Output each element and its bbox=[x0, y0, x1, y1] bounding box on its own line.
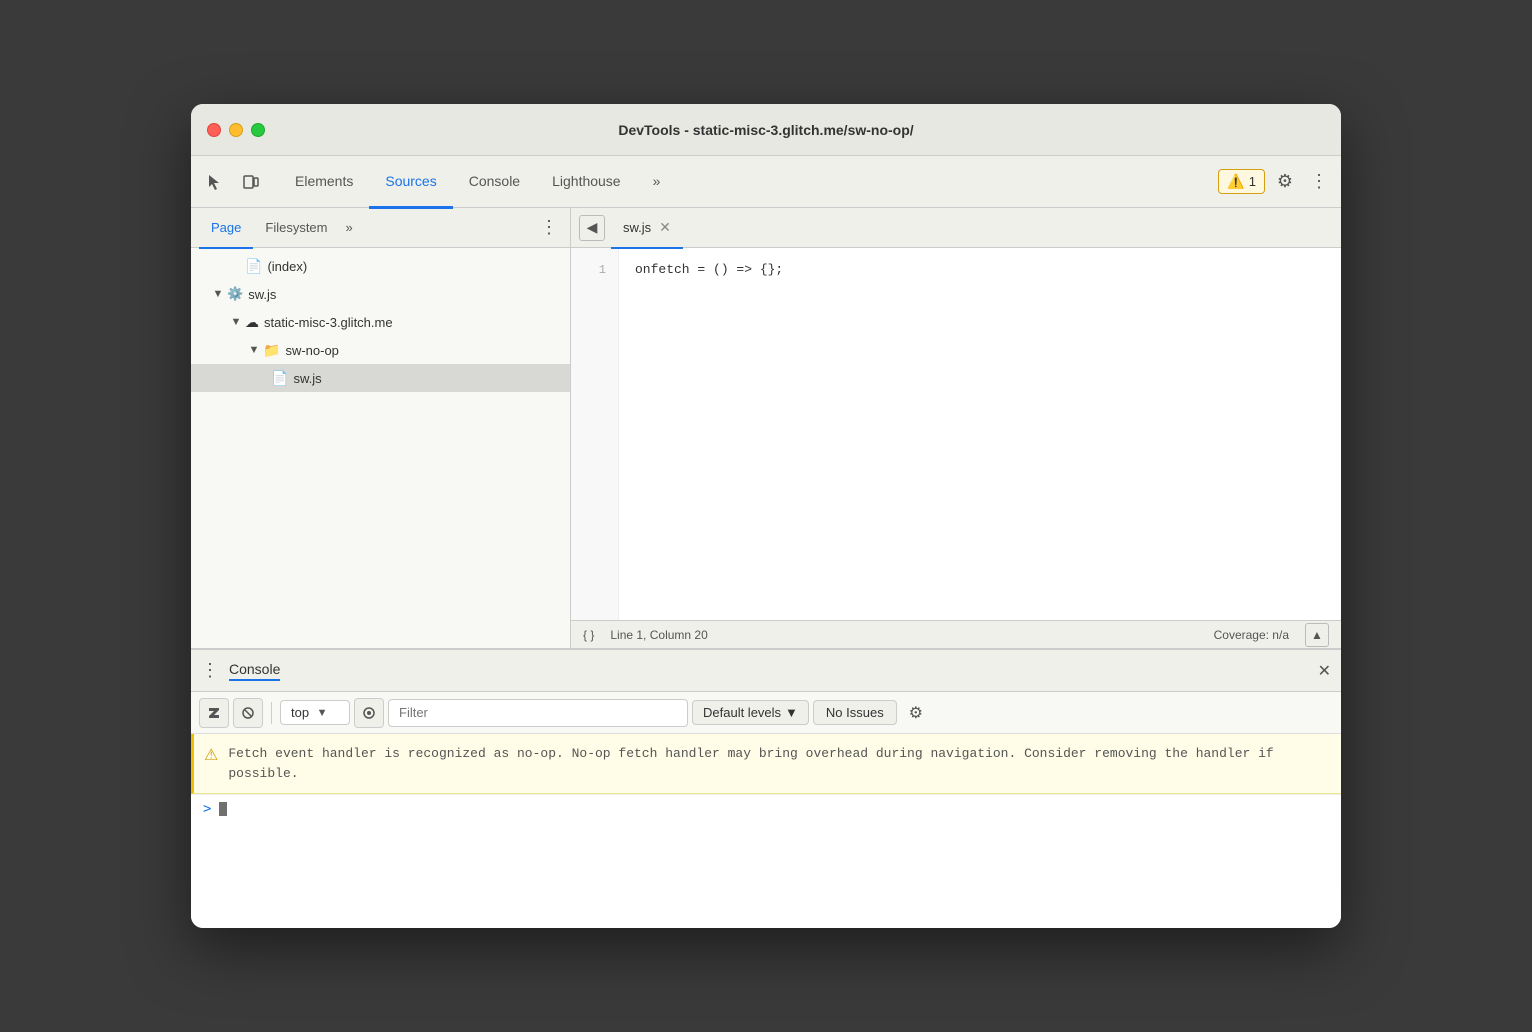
warning-triangle-icon: ⚠ bbox=[204, 745, 218, 765]
toolbar-separator bbox=[271, 702, 272, 724]
title-bar: DevTools - static-misc-3.glitch.me/sw-no… bbox=[191, 104, 1341, 156]
cursor-position: Line 1, Column 20 bbox=[602, 628, 1205, 642]
braces-icon: { } bbox=[583, 628, 594, 642]
line-numbers: 1 bbox=[571, 248, 619, 620]
toolbar-right: ⚠️ 1 ⚙ ⋮ bbox=[1218, 168, 1333, 196]
warn-count: 1 bbox=[1249, 174, 1256, 189]
tab-elements[interactable]: Elements bbox=[279, 157, 369, 209]
warnings-badge[interactable]: ⚠️ 1 bbox=[1218, 169, 1265, 194]
console-messages: ⚠ Fetch event handler is recognized as n… bbox=[191, 734, 1341, 928]
tab-page[interactable]: Page bbox=[199, 209, 253, 249]
context-selector[interactable]: top ▼ bbox=[280, 700, 350, 725]
editor-back-nav[interactable]: ◀ bbox=[579, 215, 605, 241]
console-toolbar: top ▼ Default levels ▼ No Issues ⚙ bbox=[191, 692, 1341, 734]
arrow-domain: ▼ bbox=[227, 316, 245, 328]
status-up-button[interactable]: ▲ bbox=[1305, 623, 1329, 647]
close-button[interactable] bbox=[207, 123, 221, 137]
js-file-icon: 📄 bbox=[271, 370, 288, 387]
console-cursor[interactable] bbox=[219, 802, 227, 816]
tab-console[interactable]: Console bbox=[453, 157, 536, 209]
folder-icon: 📁 bbox=[263, 342, 280, 359]
more-options-button[interactable]: ⋮ bbox=[1305, 168, 1333, 196]
log-levels-button[interactable]: Default levels ▼ bbox=[692, 700, 809, 725]
no-issues-label: No Issues bbox=[826, 705, 884, 720]
console-input-line: > bbox=[191, 794, 1341, 823]
file-item-index[interactable]: 📄 (index) bbox=[191, 252, 570, 280]
file-item-swjs[interactable]: 📄 sw.js bbox=[191, 364, 570, 392]
editor-tabs: ◀ sw.js ✕ bbox=[571, 208, 1341, 248]
warning-text: Fetch event handler is recognized as no-… bbox=[228, 744, 1329, 783]
file-label-swjs-root: sw.js bbox=[248, 287, 276, 302]
console-prompt: > bbox=[203, 801, 211, 817]
context-dropdown-arrow: ▼ bbox=[313, 707, 331, 719]
levels-dropdown-arrow: ▼ bbox=[785, 705, 798, 720]
tab-filesystem[interactable]: Filesystem bbox=[253, 209, 339, 249]
panel-tabs: Page Filesystem » ⋮ bbox=[191, 208, 570, 248]
code-content[interactable]: onfetch = () => {}; bbox=[619, 248, 1341, 620]
line-number-1: 1 bbox=[571, 260, 618, 280]
tab-sources[interactable]: Sources bbox=[369, 157, 452, 209]
minimize-button[interactable] bbox=[229, 123, 243, 137]
panel-menu-button[interactable]: ⋮ bbox=[536, 217, 562, 238]
arrow-swjs-root: ▼ bbox=[209, 288, 227, 300]
file-label-swjs: sw.js bbox=[293, 371, 321, 386]
right-panel: ◀ sw.js ✕ 1 onfetch = () => {}; { } Line… bbox=[571, 208, 1341, 648]
watch-expressions-button[interactable] bbox=[354, 698, 384, 728]
console-close-button[interactable]: ✕ bbox=[1318, 661, 1331, 681]
editor-file-name: sw.js bbox=[623, 220, 651, 235]
code-area: 1 onfetch = () => {}; bbox=[571, 248, 1341, 620]
coverage-status: Coverage: n/a bbox=[1214, 628, 1289, 642]
file-label-folder: sw-no-op bbox=[285, 343, 338, 358]
file-icon-index: 📄 bbox=[245, 258, 262, 275]
toolbar-tabs: Elements Sources Console Lighthouse » bbox=[279, 156, 676, 207]
editor-file-tab[interactable]: sw.js ✕ bbox=[611, 209, 683, 249]
file-item-swjs-root[interactable]: ▼ ⚙️ sw.js bbox=[191, 280, 570, 308]
devtools-window: DevTools - static-misc-3.glitch.me/sw-no… bbox=[191, 104, 1341, 928]
main-content: Page Filesystem » ⋮ 📄 (index) bbox=[191, 208, 1341, 648]
editor-close-tab[interactable]: ✕ bbox=[659, 219, 671, 236]
filter-input[interactable] bbox=[388, 699, 688, 727]
file-item-folder[interactable]: ▼ 📁 sw-no-op bbox=[191, 336, 570, 364]
clear-messages-button[interactable] bbox=[233, 698, 263, 728]
tab-lighthouse[interactable]: Lighthouse bbox=[536, 157, 637, 209]
clear-console-button[interactable] bbox=[199, 698, 229, 728]
cloud-icon-domain: ☁ bbox=[245, 314, 259, 331]
arrow-folder: ▼ bbox=[245, 344, 263, 356]
tab-more[interactable]: » bbox=[637, 157, 677, 209]
settings-button[interactable]: ⚙ bbox=[1271, 168, 1299, 196]
file-label-domain: static-misc-3.glitch.me bbox=[264, 315, 393, 330]
default-levels-label: Default levels bbox=[703, 705, 781, 720]
bottom-panel: ⋮ Console ✕ top ▼ bbox=[191, 648, 1341, 928]
file-tree: 📄 (index) ▼ ⚙️ sw.js bbox=[191, 248, 570, 648]
tab-more-panels[interactable]: » bbox=[340, 220, 359, 235]
file-icon-swjs-root: ⚙️ bbox=[227, 286, 243, 302]
file-item-domain[interactable]: ▼ ☁ static-misc-3.glitch.me bbox=[191, 308, 570, 336]
file-label-index: (index) bbox=[267, 259, 307, 274]
left-panel: Page Filesystem » ⋮ 📄 (index) bbox=[191, 208, 571, 648]
console-tab-title[interactable]: Console bbox=[229, 661, 280, 681]
select-element-button[interactable] bbox=[199, 166, 231, 198]
window-title: DevTools - static-misc-3.glitch.me/sw-no… bbox=[618, 122, 913, 138]
top-label: top bbox=[291, 705, 309, 720]
warning-icon: ⚠️ bbox=[1227, 173, 1244, 190]
no-issues-button[interactable]: No Issues bbox=[813, 700, 897, 725]
console-header: ⋮ Console ✕ bbox=[191, 650, 1341, 692]
traffic-lights bbox=[207, 123, 265, 137]
zoom-button[interactable] bbox=[251, 123, 265, 137]
main-toolbar: Elements Sources Console Lighthouse » ⚠️… bbox=[191, 156, 1341, 208]
device-toolbar-button[interactable] bbox=[235, 166, 267, 198]
console-settings-button[interactable]: ⚙ bbox=[901, 698, 931, 728]
console-warning-message: ⚠ Fetch event handler is recognized as n… bbox=[191, 734, 1341, 794]
format-button[interactable]: { } bbox=[583, 628, 594, 642]
status-bar: { } Line 1, Column 20 Coverage: n/a ▲ bbox=[571, 620, 1341, 648]
console-menu-button[interactable]: ⋮ bbox=[201, 660, 219, 681]
